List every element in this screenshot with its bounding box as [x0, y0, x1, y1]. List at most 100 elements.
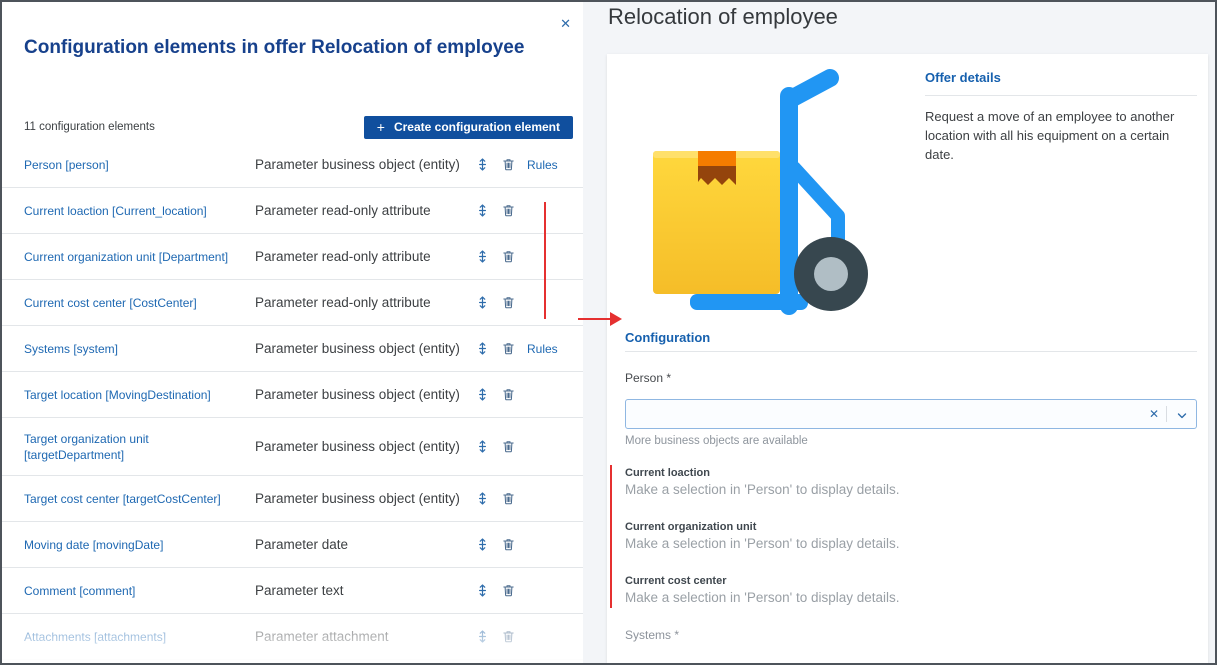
systems-field-label: Systems * — [625, 628, 679, 642]
config-element-row: Target organization unit [targetDepartme… — [2, 418, 583, 476]
config-element-row: Person [person] Parameter business objec… — [2, 142, 583, 188]
config-element-name-link[interactable]: Person [person] — [24, 157, 255, 173]
plus-icon: + — [377, 120, 385, 134]
row-actions — [475, 491, 563, 506]
offer-preview-panel: Relocation of employee — [583, 2, 1215, 663]
row-actions — [475, 249, 563, 264]
clear-icon[interactable]: ✕ — [1149, 407, 1159, 421]
screenshot-root: ✕ Configuration elements in offer Reloca… — [0, 0, 1217, 665]
config-element-type: Parameter read-only attribute — [255, 249, 475, 264]
person-combobox[interactable]: ✕ — [625, 399, 1197, 429]
trash-icon[interactable] — [501, 537, 516, 552]
config-element-name-link[interactable]: Moving date [movingDate] — [24, 537, 255, 553]
trash-icon[interactable] — [501, 583, 516, 598]
current-cost-center-label: Current cost center — [625, 575, 726, 587]
row-actions — [475, 203, 563, 218]
offer-details-heading: Offer details — [925, 70, 1197, 85]
rules-link[interactable]: Rules — [527, 342, 563, 356]
config-element-row: Target cost center [targetCostCenter] Pa… — [2, 476, 583, 522]
move-icon[interactable] — [475, 491, 490, 506]
config-element-name-link[interactable]: Current organization unit [Department] — [24, 249, 255, 265]
offer-description: Request a move of an employee to another… — [925, 107, 1197, 164]
config-element-type: Parameter business object (entity) — [255, 387, 475, 402]
config-element-name-link[interactable]: Current cost center [CostCenter] — [24, 295, 255, 311]
config-element-type: Parameter business object (entity) — [255, 491, 475, 506]
move-icon[interactable] — [475, 295, 490, 310]
config-element-type: Parameter business object (entity) — [255, 341, 475, 356]
trash-icon[interactable] — [501, 341, 516, 356]
annotation-red-line-left — [544, 202, 546, 319]
config-element-row: Attachments [attachments] Parameter atta… — [2, 614, 583, 660]
person-field-label: Person * — [625, 371, 671, 385]
chevron-down-icon[interactable] — [1176, 409, 1188, 427]
annotation-red-line-right — [610, 465, 612, 608]
trash-icon[interactable] — [501, 387, 516, 402]
create-button-label: Create configuration element — [394, 120, 560, 134]
config-element-name-link[interactable]: Comment [comment] — [24, 583, 255, 599]
hand-truck-illustration — [653, 68, 888, 318]
move-icon[interactable] — [475, 583, 490, 598]
element-count: 11 configuration elements — [24, 121, 155, 133]
config-element-row: Moving date [movingDate] Parameter date — [2, 522, 583, 568]
list-meta-row: 11 configuration elements + Create confi… — [24, 115, 573, 139]
panel-title: Configuration elements in offer Relocati… — [24, 32, 536, 63]
row-actions — [475, 387, 563, 402]
config-element-row: Current cost center [CostCenter] Paramet… — [2, 280, 583, 326]
config-element-type: Parameter text — [255, 583, 475, 598]
annotation-red-arrow-head — [610, 312, 622, 326]
offer-details-divider — [925, 95, 1197, 96]
config-element-name-link[interactable]: Target location [MovingDestination] — [24, 387, 255, 403]
trash-icon[interactable] — [501, 629, 516, 644]
move-icon[interactable] — [475, 537, 490, 552]
trash-icon[interactable] — [501, 295, 516, 310]
move-icon[interactable] — [475, 341, 490, 356]
current-cost-center-placeholder: Make a selection in 'Person' to display … — [625, 590, 900, 605]
config-element-row: Current loaction [Current_location] Para… — [2, 188, 583, 234]
current-org-unit-label: Current organization unit — [625, 521, 756, 533]
combobox-divider — [1166, 406, 1167, 422]
trash-icon[interactable] — [501, 491, 516, 506]
row-actions — [475, 537, 563, 552]
move-icon[interactable] — [475, 629, 490, 644]
row-actions — [475, 629, 563, 644]
move-icon[interactable] — [475, 203, 490, 218]
config-element-row: Target location [MovingDestination] Para… — [2, 372, 583, 418]
config-element-type: Parameter attachment — [255, 629, 475, 644]
trash-icon[interactable] — [501, 249, 516, 264]
trash-icon[interactable] — [501, 439, 516, 454]
create-configuration-element-button[interactable]: + Create configuration element — [364, 116, 573, 139]
current-org-unit-placeholder: Make a selection in 'Person' to display … — [625, 536, 900, 551]
move-icon[interactable] — [475, 387, 490, 402]
rules-link[interactable]: Rules — [527, 158, 563, 172]
configuration-heading: Configuration — [625, 330, 710, 345]
row-actions: Rules — [475, 157, 563, 172]
config-element-type: Parameter business object (entity) — [255, 157, 475, 172]
row-actions: Rules — [475, 341, 563, 356]
move-icon[interactable] — [475, 439, 490, 454]
config-element-row: Systems [system] Parameter business obje… — [2, 326, 583, 372]
config-element-row: Comment [comment] Parameter text — [2, 568, 583, 614]
trash-icon[interactable] — [501, 203, 516, 218]
config-element-name-link[interactable]: Target cost center [targetCostCenter] — [24, 491, 255, 507]
current-location-placeholder: Make a selection in 'Person' to display … — [625, 482, 900, 497]
current-location-label: Current loaction — [625, 467, 710, 479]
offer-details-section: Offer details Request a move of an emplo… — [925, 70, 1197, 164]
offer-title: Relocation of employee — [608, 4, 838, 30]
config-element-name-link[interactable]: Current loaction [Current_location] — [24, 203, 255, 219]
move-icon[interactable] — [475, 249, 490, 264]
config-element-name-link[interactable]: Attachments [attachments] — [24, 629, 255, 645]
offer-preview-card: Offer details Request a move of an emplo… — [607, 54, 1208, 663]
config-element-type: Parameter date — [255, 537, 475, 552]
trash-icon[interactable] — [501, 157, 516, 172]
config-element-row: Current organization unit [Department] P… — [2, 234, 583, 280]
row-actions — [475, 583, 563, 598]
config-elements-list: Person [person] Parameter business objec… — [2, 142, 583, 660]
config-elements-panel: ✕ Configuration elements in offer Reloca… — [2, 2, 583, 663]
config-element-name-link[interactable]: Systems [system] — [24, 341, 255, 357]
config-element-type: Parameter business object (entity) — [255, 439, 475, 454]
close-icon[interactable]: ✕ — [560, 17, 571, 30]
config-element-type: Parameter read-only attribute — [255, 295, 475, 310]
move-icon[interactable] — [475, 157, 490, 172]
row-actions — [475, 295, 563, 310]
config-element-name-link[interactable]: Target organization unit [targetDepartme… — [24, 431, 255, 463]
